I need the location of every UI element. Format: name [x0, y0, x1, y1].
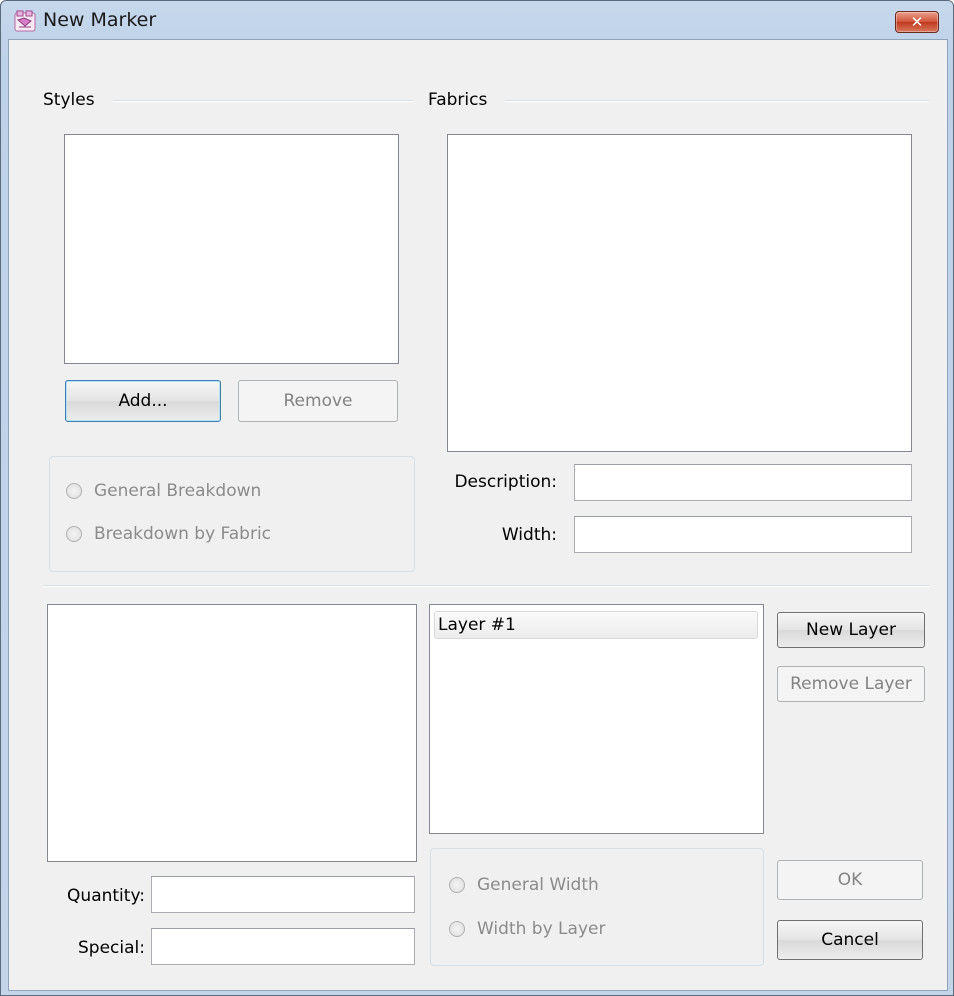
new-layer-button[interactable]: New Layer — [777, 612, 925, 648]
width-mode-group: General Width Width by Layer — [430, 848, 764, 966]
remove-layer-button[interactable]: Remove Layer — [777, 666, 925, 702]
add-style-button[interactable]: Add... — [65, 380, 221, 422]
breakdown-by-fabric-label: Breakdown by Fabric — [94, 524, 272, 544]
marker-items-list[interactable] — [47, 604, 417, 862]
cancel-button[interactable]: Cancel — [777, 920, 923, 960]
new-marker-dialog: New Marker ✕ Styles Add... Remove Genera… — [0, 0, 954, 996]
width-label: Width: — [501, 525, 557, 545]
general-width-option[interactable]: General Width — [449, 875, 599, 895]
layer-list-item[interactable]: Layer #1 — [434, 611, 758, 639]
section-divider — [43, 585, 929, 587]
window-title: New Marker — [43, 9, 157, 31]
close-icon: ✕ — [910, 13, 924, 31]
general-breakdown-option[interactable]: General Breakdown — [66, 481, 261, 501]
special-field[interactable] — [151, 928, 415, 965]
general-breakdown-label: General Breakdown — [94, 481, 262, 501]
special-label: Special: — [78, 938, 145, 958]
fabrics-list[interactable] — [447, 134, 912, 452]
fabrics-label: Fabrics — [428, 90, 494, 110]
title-bar[interactable]: New Marker ✕ — [1, 1, 953, 39]
radio-general-breakdown[interactable] — [66, 483, 82, 499]
breakdown-by-fabric-option[interactable]: Breakdown by Fabric — [66, 524, 271, 544]
width-field[interactable] — [574, 516, 912, 553]
quantity-label: Quantity: — [67, 886, 145, 906]
radio-width-by-layer[interactable] — [449, 921, 465, 937]
marker-app-icon — [14, 10, 36, 32]
description-label: Description: — [454, 472, 557, 492]
description-field[interactable] — [574, 464, 912, 501]
styles-label: Styles — [43, 90, 101, 110]
remove-style-button[interactable]: Remove — [238, 380, 398, 422]
radio-breakdown-by-fabric[interactable] — [66, 526, 82, 542]
width-by-layer-option[interactable]: Width by Layer — [449, 919, 605, 939]
breakdown-group: General Breakdown Breakdown by Fabric — [49, 456, 415, 572]
styles-separator — [113, 100, 413, 102]
close-button[interactable]: ✕ — [895, 11, 939, 33]
styles-list[interactable] — [64, 134, 399, 364]
radio-general-width[interactable] — [449, 877, 465, 893]
quantity-field[interactable] — [151, 876, 415, 913]
layers-list[interactable]: Layer #1 — [429, 604, 764, 834]
ok-button[interactable]: OK — [777, 860, 923, 900]
general-width-label: General Width — [477, 875, 599, 895]
dialog-body: Styles Add... Remove General Breakdown B… — [8, 39, 948, 991]
width-by-layer-label: Width by Layer — [477, 919, 606, 939]
fabrics-separator — [505, 100, 929, 102]
